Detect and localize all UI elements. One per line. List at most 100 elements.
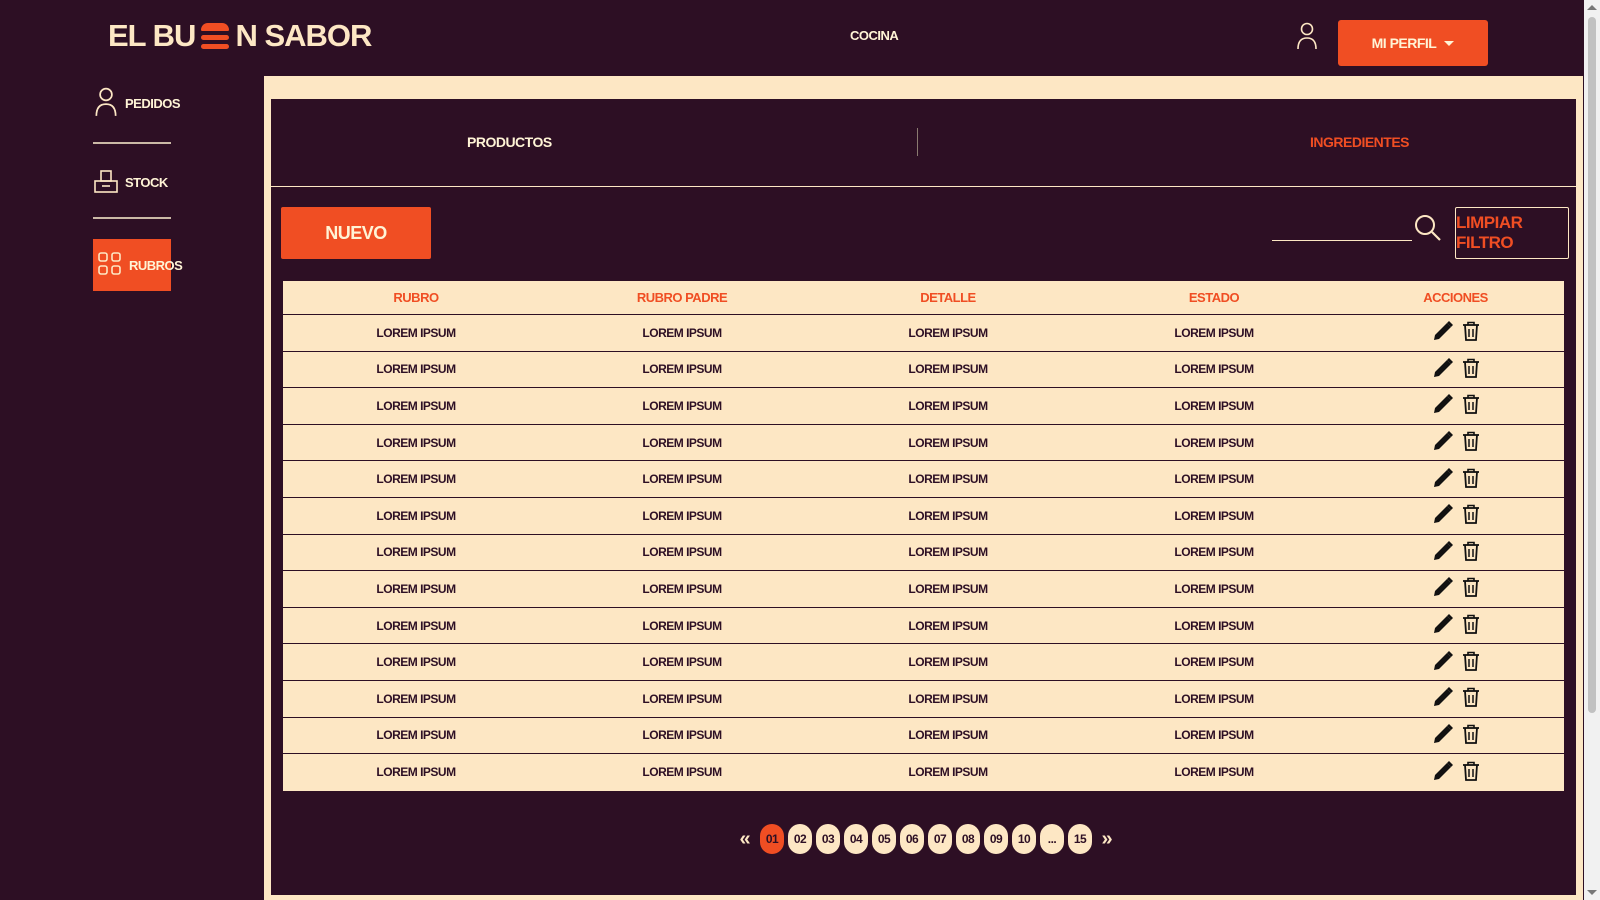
table-cell: LOREM IPSUM <box>642 545 722 560</box>
page-button[interactable]: 05 <box>872 824 896 854</box>
pencil-icon[interactable] <box>1431 575 1455 602</box>
sidebar-item-pedidos[interactable]: PEDIDOS <box>93 87 181 118</box>
column-header[interactable]: ESTADO <box>1081 290 1347 305</box>
trash-icon[interactable] <box>1461 430 1481 455</box>
pencil-icon[interactable] <box>1431 649 1455 676</box>
row-actions <box>1347 539 1564 566</box>
trash-icon[interactable] <box>1461 686 1481 711</box>
table-cell: LOREM IPSUM <box>642 398 722 413</box>
page-button[interactable]: 06 <box>900 824 924 854</box>
row-actions <box>1347 685 1564 712</box>
new-button[interactable]: NUEVO <box>281 207 431 259</box>
table-row[interactable]: LOREM IPSUM LOREM IPSUM LOREM IPSUM LOREM I… <box>283 535 1564 572</box>
pencil-icon[interactable] <box>1431 502 1455 529</box>
row-actions <box>1347 759 1564 786</box>
pencil-icon[interactable] <box>1431 612 1455 639</box>
page-button[interactable]: 02 <box>788 824 812 854</box>
logo[interactable]: EL BU N SABOR <box>108 18 372 54</box>
trash-icon[interactable] <box>1461 760 1481 785</box>
trash-icon[interactable] <box>1461 467 1481 492</box>
table-header-row: RUBRO RUBRO PADRE DETALLE ESTADO ACCIONE… <box>283 281 1564 315</box>
table-row[interactable]: LOREM IPSUM LOREM IPSUM LOREM IPSUM LOREM I… <box>283 461 1564 498</box>
table-row[interactable]: LOREM IPSUM LOREM IPSUM LOREM IPSUM LOREM I… <box>283 352 1564 389</box>
page-button[interactable]: 09 <box>984 824 1008 854</box>
table-row[interactable]: LOREM IPSUM LOREM IPSUM LOREM IPSUM LOREM I… <box>283 571 1564 608</box>
row-actions <box>1347 575 1564 602</box>
pencil-icon[interactable] <box>1431 685 1455 712</box>
page-button[interactable]: 03 <box>816 824 840 854</box>
search-icon[interactable] <box>1414 214 1442 247</box>
table-cell: LOREM IPSUM <box>642 508 722 523</box>
pencil-icon[interactable] <box>1431 466 1455 493</box>
table-cell: LOREM IPSUM <box>376 325 456 340</box>
tabs-bar: PRODUCTOS INGREDIENTES <box>271 99 1576 187</box>
tab-ingredientes[interactable]: INGREDIENTES <box>1310 134 1410 150</box>
sidebar-item-label: PEDIDOS <box>125 95 181 111</box>
table-row[interactable]: LOREM IPSUM LOREM IPSUM LOREM IPSUM LOREM I… <box>283 644 1564 681</box>
grid-icon <box>97 251 123 280</box>
user-icon[interactable] <box>1296 22 1318 55</box>
table-cell: LOREM IPSUM <box>908 472 988 487</box>
table-row[interactable]: LOREM IPSUM LOREM IPSUM LOREM IPSUM LOREM I… <box>283 608 1564 645</box>
trash-icon[interactable] <box>1461 576 1481 601</box>
trash-icon[interactable] <box>1461 613 1481 638</box>
table-row[interactable]: LOREM IPSUM LOREM IPSUM LOREM IPSUM LOREM I… <box>283 388 1564 425</box>
page-button[interactable]: 04 <box>844 824 868 854</box>
nav-link-cocina[interactable]: COCINA <box>850 28 899 43</box>
trash-icon[interactable] <box>1461 393 1481 418</box>
table-cell: LOREM IPSUM <box>1174 472 1254 487</box>
table-cell: LOREM IPSUM <box>908 655 988 670</box>
trash-icon[interactable] <box>1461 320 1481 345</box>
page-button[interactable]: 15 <box>1068 824 1092 854</box>
trash-icon[interactable] <box>1461 650 1481 675</box>
prev-page-button[interactable]: « <box>734 828 756 851</box>
trash-icon[interactable] <box>1461 540 1481 565</box>
trash-icon[interactable] <box>1461 503 1481 528</box>
table-cell: LOREM IPSUM <box>376 508 456 523</box>
column-header[interactable]: RUBRO PADRE <box>549 290 815 305</box>
pencil-icon[interactable] <box>1431 429 1455 456</box>
pencil-icon[interactable] <box>1431 722 1455 749</box>
page-button[interactable]: 01 <box>760 824 784 854</box>
page-button[interactable]: 08 <box>956 824 980 854</box>
table-cell: LOREM IPSUM <box>642 765 722 780</box>
pencil-icon[interactable] <box>1431 759 1455 786</box>
tab-productos[interactable]: PRODUCTOS <box>467 134 552 150</box>
pencil-icon[interactable] <box>1431 539 1455 566</box>
scroll-down-icon[interactable] <box>1587 890 1597 895</box>
table-cell: LOREM IPSUM <box>908 508 988 523</box>
sidebar-item-rubros[interactable]: RUBROS <box>93 239 183 291</box>
column-header[interactable]: DETALLE <box>815 290 1081 305</box>
scroll-up-icon[interactable] <box>1587 5 1597 10</box>
scrollbar-thumb[interactable] <box>1588 17 1596 713</box>
clear-filter-button[interactable]: LIMPIAR FILTRO <box>1455 207 1569 259</box>
search-underline <box>1272 240 1412 241</box>
page-button[interactable]: ... <box>1040 824 1064 854</box>
table-row[interactable]: LOREM IPSUM LOREM IPSUM LOREM IPSUM LOREM I… <box>283 498 1564 535</box>
table-cell: LOREM IPSUM <box>642 472 722 487</box>
pencil-icon[interactable] <box>1431 356 1455 383</box>
page-button[interactable]: 07 <box>928 824 952 854</box>
sidebar-item-stock[interactable]: STOCK <box>93 167 171 197</box>
table-cell: LOREM IPSUM <box>642 325 722 340</box>
table-row[interactable]: LOREM IPSUM LOREM IPSUM LOREM IPSUM LOREM I… <box>283 681 1564 718</box>
profile-dropdown-button[interactable]: MI PERFIL <box>1338 20 1488 66</box>
column-header[interactable]: RUBRO <box>283 290 549 305</box>
trash-icon[interactable] <box>1461 357 1481 382</box>
page-button[interactable]: 10 <box>1012 824 1036 854</box>
table-row[interactable]: LOREM IPSUM LOREM IPSUM LOREM IPSUM LOREM I… <box>283 315 1564 352</box>
search-input[interactable] <box>1272 214 1412 240</box>
row-actions <box>1347 356 1564 383</box>
table-row[interactable]: LOREM IPSUM LOREM IPSUM LOREM IPSUM LOREM I… <box>283 425 1564 462</box>
table-row[interactable]: LOREM IPSUM LOREM IPSUM LOREM IPSUM LOREM I… <box>283 754 1564 791</box>
next-page-button[interactable]: » <box>1096 828 1118 851</box>
table-cell: LOREM IPSUM <box>376 618 456 633</box>
pencil-icon[interactable] <box>1431 319 1455 346</box>
table-cell: LOREM IPSUM <box>1174 508 1254 523</box>
table-cell: LOREM IPSUM <box>376 691 456 706</box>
table-cell: LOREM IPSUM <box>642 435 722 450</box>
pencil-icon[interactable] <box>1431 392 1455 419</box>
trash-icon[interactable] <box>1461 723 1481 748</box>
sidebar-divider <box>93 142 171 144</box>
table-row[interactable]: LOREM IPSUM LOREM IPSUM LOREM IPSUM LOREM I… <box>283 718 1564 755</box>
